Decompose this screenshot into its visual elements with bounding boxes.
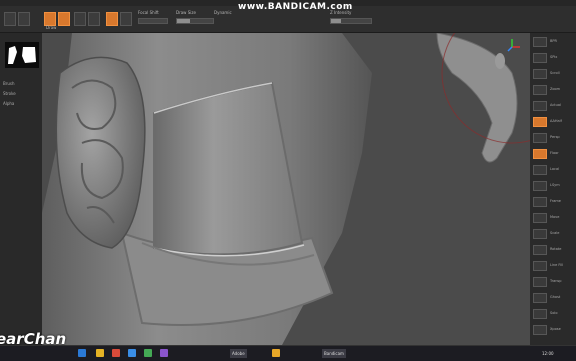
windows-taskbar: Adobe Bandicam 12:00 [0, 345, 576, 361]
alpha-label: Alpha [3, 101, 15, 106]
right-shelf-button[interactable] [533, 165, 547, 175]
z-intensity-slider[interactable] [330, 18, 372, 24]
right-shelf-button[interactable] [533, 309, 547, 319]
right-shelf-label: Frame [550, 199, 561, 203]
app-icon[interactable] [112, 349, 120, 357]
right-shelf-button[interactable] [533, 277, 547, 287]
right-shelf-button[interactable] [533, 117, 547, 127]
right-shelf-label: Rotate [550, 247, 562, 251]
left-shelf: Brush Stroke Alpha [0, 33, 42, 345]
dynamic-label: Dynamic [214, 10, 232, 15]
right-shelf-label: Solo [550, 311, 558, 315]
right-shelf-label: AAHalf [550, 119, 562, 123]
taskbar-adobe[interactable]: Adobe [230, 349, 247, 358]
right-shelf-button[interactable] [533, 69, 547, 79]
file-explorer-icon[interactable] [96, 349, 104, 357]
app-icon[interactable] [144, 349, 152, 357]
right-shelf-label: Scroll [550, 71, 560, 75]
right-shelf-label: Actual [550, 103, 561, 107]
right-shelf-button[interactable] [533, 261, 547, 271]
right-shelf-label: Zoom [550, 87, 561, 91]
right-shelf-label: BPR [550, 39, 557, 43]
right-shelf-label: Ghost [550, 295, 561, 299]
material-button[interactable] [120, 12, 132, 26]
sculpt-render [42, 33, 530, 345]
right-shelf-label: SPix [550, 55, 558, 59]
right-shelf-label: Persp [550, 135, 560, 139]
right-shelf-button[interactable] [533, 53, 547, 63]
right-shelf-label: Scale [550, 231, 560, 235]
right-shelf-button[interactable] [533, 325, 547, 335]
right-shelf-button[interactable] [533, 37, 547, 47]
focal-shift-label: Focal Shift [138, 10, 159, 15]
taskbar-clock: 12:00 [542, 351, 554, 356]
right-shelf-button[interactable] [533, 293, 547, 303]
move-button[interactable] [74, 12, 86, 26]
right-shelf-button[interactable] [533, 213, 547, 223]
channel-name: earChan [0, 330, 67, 348]
right-shelf: BPR SPix Scroll Zoom Actual AAHalf Persp Floor L… [530, 33, 576, 345]
right-shelf-button[interactable] [533, 133, 547, 143]
right-shelf-button[interactable] [533, 149, 547, 159]
right-shelf-label: Transp [550, 279, 562, 283]
alpha-thumbnail[interactable] [5, 42, 39, 68]
right-shelf-button[interactable] [533, 245, 547, 255]
canvas-viewport[interactable] [42, 33, 530, 345]
right-shelf-label: Local [550, 167, 560, 171]
scale-button[interactable] [88, 12, 100, 26]
right-shelf-label: Move [550, 215, 560, 219]
draw-label: Draw [46, 25, 57, 30]
right-shelf-label: LSym [550, 183, 560, 187]
right-shelf-label: Xpose [550, 327, 561, 331]
stroke-label: Stroke [3, 91, 16, 96]
right-shelf-button[interactable] [533, 85, 547, 95]
bandicam-watermark: www.BANDICAM.com [238, 2, 353, 12]
right-shelf-button[interactable] [533, 181, 547, 191]
right-shelf-label: Floor [550, 151, 559, 155]
brush-label: Brush [3, 81, 15, 86]
chrome-icon[interactable] [272, 349, 280, 357]
rotate-button[interactable] [106, 12, 118, 26]
draw-size-slider[interactable] [176, 18, 214, 24]
edge-icon[interactable] [128, 349, 136, 357]
windows-start-icon[interactable] [78, 349, 86, 357]
home-button[interactable] [4, 12, 16, 26]
right-shelf-button[interactable] [533, 101, 547, 111]
right-shelf-button[interactable] [533, 229, 547, 239]
focal-shift-slider[interactable] [138, 18, 168, 24]
alpha-preview-icon [5, 42, 39, 68]
right-shelf-button[interactable] [533, 197, 547, 207]
app-icon[interactable] [160, 349, 168, 357]
right-shelf-label: Line Fill [550, 263, 564, 267]
taskbar-bandicam[interactable]: Bandicam [322, 349, 346, 358]
draw-size-label: Draw Size [176, 10, 196, 15]
edit-button[interactable] [44, 12, 56, 26]
lightbox-button[interactable] [18, 12, 30, 26]
draw-button[interactable] [58, 12, 70, 26]
